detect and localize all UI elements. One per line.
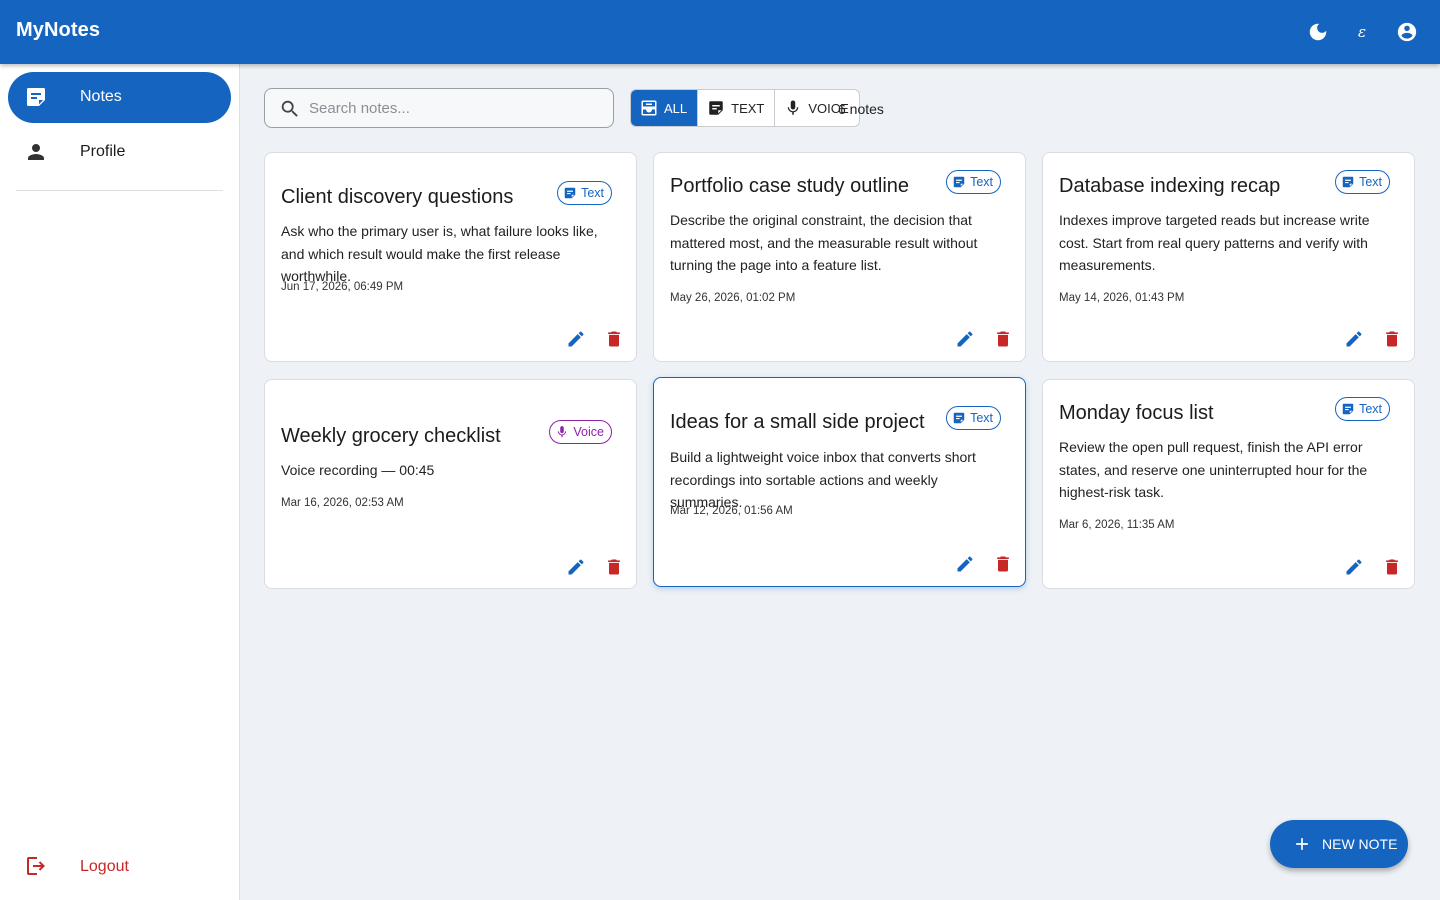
new-note-label: NEW NOTE (1322, 836, 1398, 852)
note-body: Review the open pull request, finish the… (1059, 439, 1368, 500)
search-icon (279, 98, 301, 120)
delete-icon[interactable] (603, 556, 625, 578)
delete-icon[interactable] (992, 553, 1014, 575)
note-card[interactable]: Ideas for a small side project Text Buil… (653, 377, 1026, 587)
text-note-icon (709, 101, 723, 115)
chip-label: Text (970, 175, 993, 189)
note-body: Voice recording — 00:45 (281, 462, 435, 478)
app-bar: MyNotes ɛ (0, 0, 1440, 64)
sidebar: Notes Profile Logout (0, 64, 240, 900)
note-card[interactable]: Portfolio case study outline Text Descri… (653, 152, 1026, 362)
new-note-button[interactable]: NEW NOTE (1270, 820, 1408, 868)
note-date: Mar 16, 2026, 02:53 AM (281, 497, 404, 509)
note-card[interactable]: Monday focus list Text Review the open p… (1042, 379, 1415, 589)
note-date: Mar 6, 2026, 11:35 AM (1059, 519, 1175, 531)
text-note-icon (1342, 176, 1354, 188)
edit-icon[interactable] (954, 328, 976, 350)
note-title: Client discovery questions (281, 186, 514, 208)
note-body: Ask who the primary user is, what failur… (281, 223, 598, 284)
note-type-chip: Text (946, 406, 1001, 430)
search-box (264, 88, 614, 128)
sidebar-item-label: Profile (80, 143, 126, 160)
note-title: Database indexing recap (1059, 175, 1281, 197)
note-type-chip: Text (946, 170, 1001, 194)
note-date: May 14, 2026, 01:43 PM (1059, 292, 1185, 304)
filter-label: ALL (664, 100, 688, 116)
text-note-icon (953, 412, 965, 424)
language-icon[interactable]: ɛ (1350, 20, 1374, 44)
app-title: MyNotes (16, 19, 101, 41)
logout-icon (24, 854, 48, 878)
chip-label: Text (1359, 175, 1382, 189)
filter-text-button[interactable]: TEXT (697, 90, 774, 126)
note-body: Build a lightweight voice inbox that con… (670, 449, 976, 510)
text-note-icon (953, 176, 965, 188)
note-body: Indexes improve targeted reads but incre… (1059, 212, 1370, 273)
notes-count: 6 notes (838, 101, 884, 117)
edit-icon[interactable] (1343, 328, 1365, 350)
language-glyph: ɛ (1357, 23, 1367, 41)
note-type-chip: Text (557, 181, 612, 205)
note-type-chip: Text (1335, 397, 1390, 421)
account-icon[interactable] (1395, 20, 1419, 44)
note-card[interactable]: Client discovery questions Text Ask who … (264, 152, 637, 362)
dark-mode-icon[interactable] (1306, 20, 1330, 44)
note-date: Jun 17, 2026, 06:49 PM (281, 281, 404, 293)
note-type-chip: Voice (549, 420, 612, 444)
mic-icon (558, 426, 567, 438)
note-date: Mar 12, 2026, 01:56 AM (670, 505, 793, 517)
note-title: Ideas for a small side project (670, 411, 925, 433)
note-date: May 26, 2026, 01:02 PM (670, 292, 796, 304)
note-card[interactable]: Weekly grocery checklist Voice Voice rec… (264, 379, 637, 589)
notes-icon (24, 85, 48, 109)
delete-icon[interactable] (1381, 328, 1403, 350)
delete-icon[interactable] (603, 328, 625, 350)
filter-all-button[interactable]: ALL (631, 90, 698, 126)
sidebar-item-label: Notes (80, 88, 122, 105)
logout-label: Logout (80, 858, 129, 875)
edit-icon[interactable] (954, 553, 976, 575)
note-title: Weekly grocery checklist (281, 425, 501, 447)
note-title: Portfolio case study outline (670, 175, 910, 197)
plus-icon (1296, 838, 1308, 850)
note-type-chip: Text (1335, 170, 1390, 194)
delete-icon[interactable] (1381, 556, 1403, 578)
sidebar-divider (16, 190, 223, 191)
search-input[interactable] (309, 97, 599, 119)
chip-label: Text (1359, 402, 1382, 416)
chip-label: Voice (573, 425, 604, 439)
text-note-icon (564, 187, 576, 199)
filter-label: TEXT (731, 100, 765, 116)
person-icon (24, 140, 48, 164)
edit-icon[interactable] (565, 328, 587, 350)
sidebar-item-profile[interactable]: Profile (8, 127, 231, 178)
note-body: Describe the original constraint, the de… (670, 212, 978, 273)
chip-label: Text (581, 186, 604, 200)
note-title: Monday focus list (1059, 402, 1214, 424)
sidebar-item-notes[interactable]: Notes (8, 72, 231, 123)
inbox-icon (641, 100, 657, 116)
note-card[interactable]: Database indexing recap Text Indexes imp… (1042, 152, 1415, 362)
chip-label: Text (970, 411, 993, 425)
text-note-icon (1342, 403, 1354, 415)
mic-icon (788, 100, 799, 115)
note-type-filter: ALL TEXT VOICE (630, 89, 860, 127)
delete-icon[interactable] (992, 328, 1014, 350)
logout-button[interactable]: Logout (8, 842, 231, 890)
edit-icon[interactable] (1343, 556, 1365, 578)
edit-icon[interactable] (565, 556, 587, 578)
